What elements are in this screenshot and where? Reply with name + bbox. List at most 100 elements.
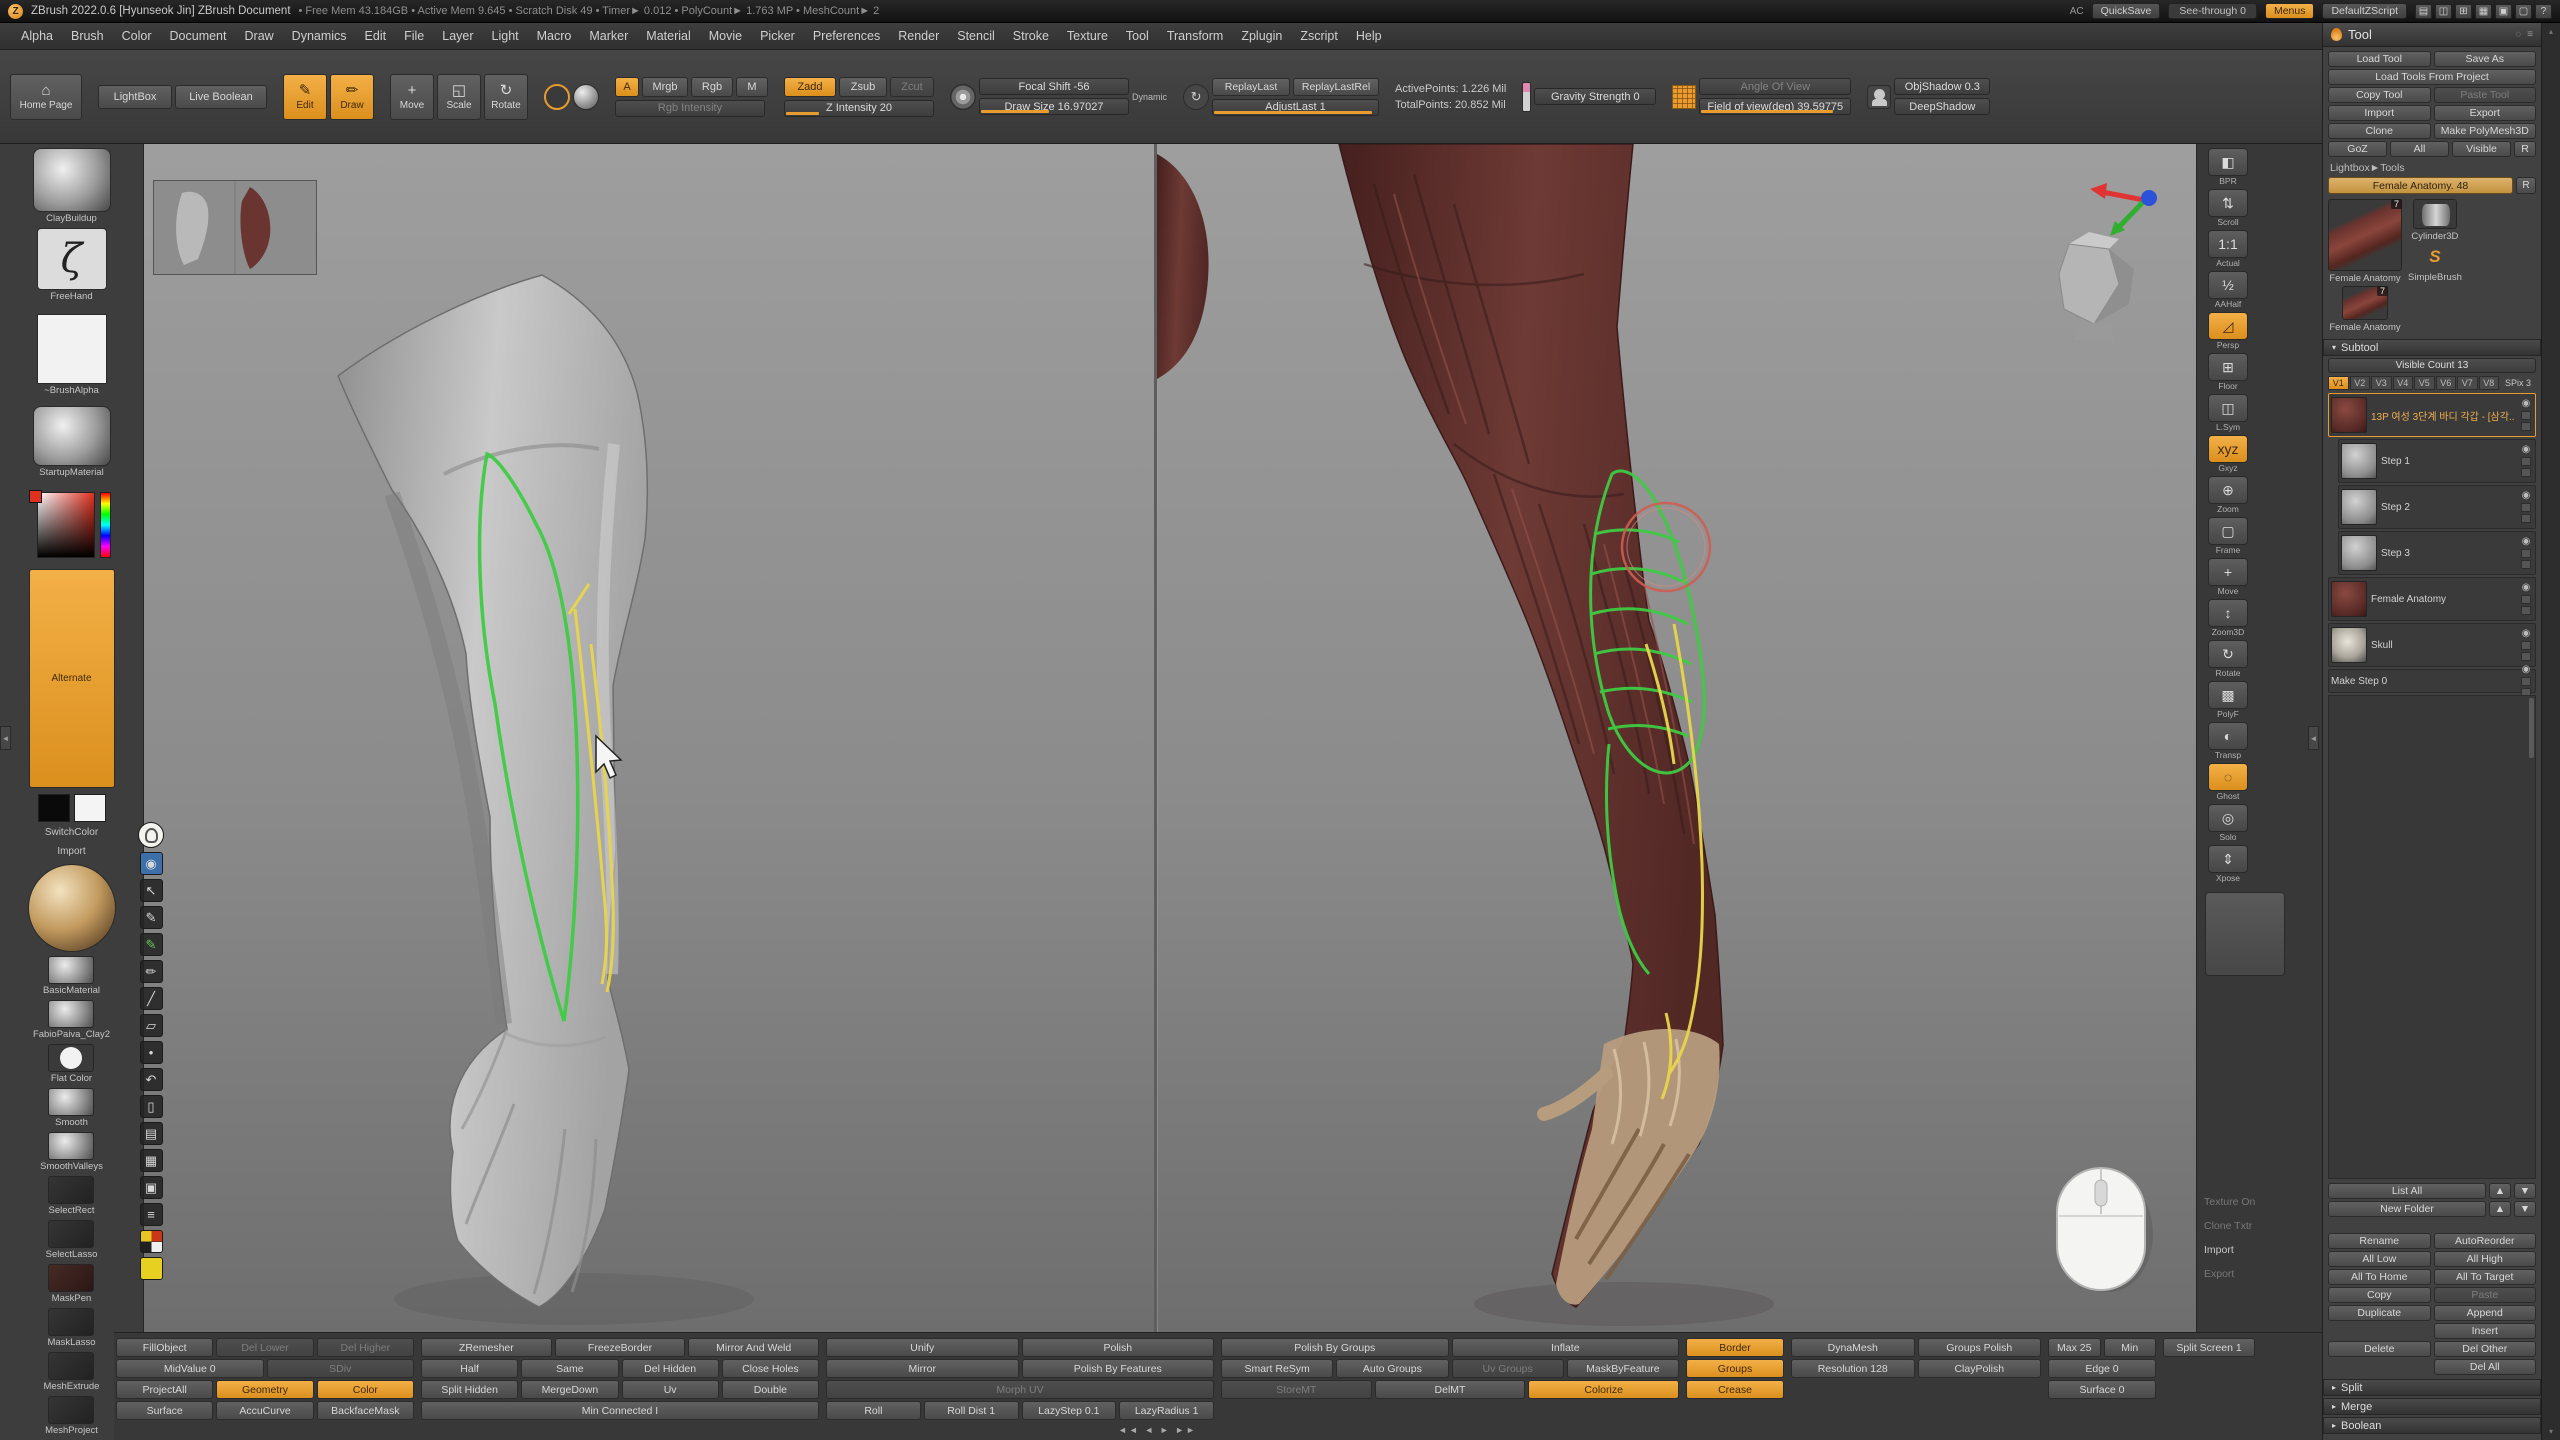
material-item-meshproject[interactable]: MeshProject <box>45 1396 98 1437</box>
window-icon[interactable]: ▣ <box>2495 4 2512 19</box>
shelf-solo[interactable]: ◎Solo <box>2203 804 2253 843</box>
button-all-to-target[interactable]: All To Target <box>2434 1269 2537 1285</box>
button-save-as[interactable]: Save As <box>2434 51 2537 67</box>
trash-icon[interactable]: ▯ <box>140 1095 163 1118</box>
eye-icon[interactable]: ◉ <box>2522 629 2531 639</box>
subtool-list-empty[interactable] <box>2328 695 2536 1179</box>
notes-icon[interactable]: ≡ <box>140 1203 163 1226</box>
tab-v5[interactable]: V5 <box>2414 376 2435 390</box>
alternate-button[interactable]: Alternate <box>29 569 115 788</box>
material-item-smooth[interactable]: Smooth <box>48 1088 94 1129</box>
paint-toggle-icon[interactable] <box>2521 641 2531 650</box>
button-smart-resym[interactable]: Smart ReSym <box>1221 1359 1333 1378</box>
shelf-xpose[interactable]: ⇕Xpose <box>2203 845 2253 884</box>
brush-icon[interactable]: ✏ <box>140 960 163 983</box>
material-item-maskpen[interactable]: MaskPen <box>48 1264 94 1305</box>
import-button[interactable]: Import <box>57 845 85 858</box>
button-item[interactable]: ▼ <box>2514 1201 2536 1217</box>
button-export[interactable]: Export <box>2434 105 2537 121</box>
angle-of-view-slider[interactable]: Angle Of View <box>1699 78 1851 95</box>
shelf-move[interactable]: +Move <box>2203 558 2253 597</box>
active-tool-slider[interactable]: Female Anatomy. 48 <box>2328 177 2513 194</box>
button-accucurve[interactable]: AccuCurve <box>216 1401 313 1420</box>
button-max-25[interactable]: Max 25 <box>2048 1338 2101 1357</box>
paint-toggle-icon[interactable] <box>2521 595 2531 604</box>
rgb-button[interactable]: Rgb <box>691 77 733 97</box>
section-split[interactable]: ▸Split <box>2323 1379 2541 1396</box>
cursor-icon[interactable]: ↖ <box>140 879 163 902</box>
right-edge-strip[interactable]: ▴▾ <box>2541 23 2560 1440</box>
shadow-bust-icon[interactable] <box>1867 85 1891 109</box>
mask-toggle-icon[interactable] <box>2521 606 2531 615</box>
main-color-swatch[interactable] <box>38 794 70 822</box>
material-item-flat-color[interactable]: Flat Color <box>48 1044 94 1085</box>
button-sdiv[interactable]: SDiv <box>267 1359 415 1378</box>
button-copy-tool[interactable]: Copy Tool <box>2328 87 2431 103</box>
button-mirror[interactable]: Mirror <box>826 1359 1019 1378</box>
button-uv-groups[interactable]: Uv Groups <box>1452 1359 1564 1378</box>
zadd-button[interactable]: Zadd <box>784 77 836 97</box>
button-all[interactable]: All <box>2390 141 2449 157</box>
mask-toggle-icon[interactable] <box>2521 468 2531 477</box>
menu-render[interactable]: Render <box>889 25 948 47</box>
secondary-color-swatch[interactable] <box>74 794 106 822</box>
tab-v2[interactable]: V2 <box>2350 376 2371 390</box>
palette-icon[interactable] <box>140 1230 163 1253</box>
button-del-all[interactable]: Del All <box>2434 1359 2537 1375</box>
menu-zplugin[interactable]: Zplugin <box>1232 25 1291 47</box>
button-projectall[interactable]: ProjectAll <box>116 1380 213 1399</box>
menu-stroke[interactable]: Stroke <box>1004 25 1058 47</box>
button-mirror-and-weld[interactable]: Mirror And Weld <box>688 1338 819 1357</box>
doc-icon[interactable]: ▦ <box>2475 4 2492 19</box>
button-surface[interactable]: Surface <box>116 1401 213 1420</box>
gravity-strength-slider[interactable]: Gravity Strength 0 <box>1534 88 1656 105</box>
menu-preferences[interactable]: Preferences <box>804 25 889 47</box>
button-new-folder[interactable]: New Folder <box>2328 1201 2486 1217</box>
menu-texture[interactable]: Texture <box>1058 25 1117 47</box>
subtool-item-step-3[interactable]: Step 3◉ <box>2338 531 2536 575</box>
tab-v7[interactable]: V7 <box>2457 376 2478 390</box>
button-paste-tool[interactable]: Paste Tool <box>2434 87 2537 103</box>
button-roll-dist-1[interactable]: Roll Dist 1 <box>924 1401 1019 1420</box>
menu-edit[interactable]: Edit <box>356 25 396 47</box>
circle-icon[interactable]: ◌ <box>2515 29 2521 40</box>
pen-icon[interactable]: ✎ <box>140 906 163 929</box>
button-close-holes[interactable]: Close Holes <box>722 1359 819 1378</box>
button-list-all[interactable]: List All <box>2328 1183 2486 1199</box>
camera-icon[interactable]: ▦ <box>140 1149 163 1172</box>
material-item-fabiopaiva-clay2[interactable]: FabioPaiva_Clay2 <box>33 1000 110 1041</box>
shelf-zoom[interactable]: ⊕Zoom <box>2203 476 2253 515</box>
saturation-value-field[interactable] <box>37 492 95 558</box>
material-item-meshextrude[interactable]: MeshExtrude <box>44 1352 100 1393</box>
eye-icon[interactable]: ◉ <box>2522 491 2531 501</box>
lightbox-button[interactable]: LightBox <box>98 85 172 109</box>
shelf-gxyz[interactable]: xyzGxyz <box>2203 435 2253 474</box>
button-border[interactable]: Border <box>1686 1338 1784 1357</box>
shelf-actual[interactable]: 1:1Actual <box>2203 230 2253 269</box>
button-morph-uv[interactable]: Morph UV <box>826 1380 1214 1399</box>
shelf-zoom3d[interactable]: ↕Zoom3D <box>2203 599 2253 638</box>
button-auto-groups[interactable]: Auto Groups <box>1336 1359 1448 1378</box>
button-groups[interactable]: Groups <box>1686 1359 1784 1378</box>
default-zscript-button[interactable]: DefaultZScript <box>2322 3 2407 19</box>
menu-draw[interactable]: Draw <box>236 25 283 47</box>
focal-shift-slider[interactable]: Focal Shift -56 <box>979 78 1129 95</box>
button-colorize[interactable]: Colorize <box>1528 1380 1679 1399</box>
button-backfacemask[interactable]: BackfaceMask <box>317 1401 414 1420</box>
switchcolor-button[interactable]: SwitchColor <box>45 826 98 839</box>
material-item-basicmaterial[interactable]: BasicMaterial <box>43 956 100 997</box>
button-dynamesh[interactable]: DynaMesh <box>1791 1338 1915 1357</box>
pin-icon[interactable]: ≡ <box>2527 29 2533 40</box>
menu-brush[interactable]: Brush <box>62 25 113 47</box>
zsub-button[interactable]: Zsub <box>839 77 887 97</box>
pencil-green-icon[interactable]: ✎ <box>140 933 163 956</box>
button-del-hidden[interactable]: Del Hidden <box>622 1359 719 1378</box>
button-surface-0[interactable]: Surface 0 <box>2048 1380 2156 1399</box>
button-zremesher[interactable]: ZRemesher <box>421 1338 552 1357</box>
tab-v3[interactable]: V3 <box>2371 376 2392 390</box>
grid-icon[interactable]: ▤ <box>2415 4 2432 19</box>
section-merge[interactable]: ▸Merge <box>2323 1398 2541 1415</box>
palette-item-import[interactable]: Import <box>2200 1238 2318 1262</box>
mask-toggle-icon[interactable] <box>2521 652 2531 661</box>
eye-icon[interactable]: ◉ <box>2522 445 2531 455</box>
